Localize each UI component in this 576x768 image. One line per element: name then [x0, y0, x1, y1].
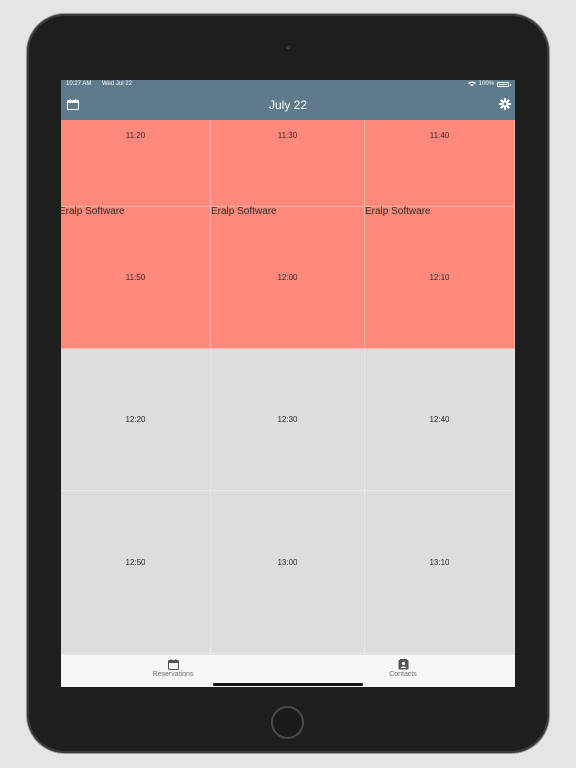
- gear-icon[interactable]: [499, 98, 511, 110]
- tab-label: Reservations: [152, 671, 194, 678]
- time-slot-cell[interactable]: 11:30: [211, 120, 365, 207]
- booking-label: Eralp Software: [211, 206, 277, 217]
- app-screen: 10:27 AM Wed Jul 22 100% July 22 11:20 1…: [61, 80, 515, 687]
- tab-label: Contacts: [389, 671, 417, 678]
- status-time: 10:27 AM: [66, 81, 92, 87]
- slot-time: 12:40: [429, 415, 450, 424]
- time-slot-cell[interactable]: 12:50: [61, 491, 211, 654]
- time-slot-cell[interactable]: 11:40: [365, 120, 515, 207]
- calendar-icon: [133, 659, 213, 670]
- time-slot-cell[interactable]: 13:10: [365, 491, 515, 654]
- slot-time: 11:30: [277, 131, 298, 140]
- battery-percent: 100%: [478, 81, 494, 87]
- booking-label: Eralp Software: [61, 206, 125, 217]
- time-slot-cell[interactable]: 12:40: [365, 349, 515, 491]
- tab-contacts[interactable]: Contacts: [363, 659, 443, 678]
- status-bar: 10:27 AM Wed Jul 22 100%: [61, 80, 515, 90]
- slot-time: 13:00: [277, 558, 298, 567]
- booking-label: Eralp Software: [365, 206, 431, 217]
- page-title: July 22: [268, 98, 308, 112]
- tab-reservations[interactable]: Reservations: [133, 659, 213, 678]
- reservation-grid: 11:20 11:30 11:40 11:50 12:00 12:10 Eral…: [61, 120, 515, 654]
- battery-icon: [497, 81, 511, 87]
- home-button[interactable]: [271, 706, 304, 739]
- front-camera: [285, 44, 292, 51]
- home-indicator: [213, 683, 363, 686]
- slot-time: 12:00: [277, 273, 298, 282]
- slot-time: 12:20: [125, 415, 146, 424]
- time-slot-cell[interactable]: 12:30: [211, 349, 365, 491]
- slot-time: 11:20: [125, 131, 146, 140]
- time-slot-cell[interactable]: 12:10: [365, 207, 515, 349]
- ipad-device-frame: 10:27 AM Wed Jul 22 100% July 22 11:20 1…: [27, 14, 549, 753]
- navigation-bar: July 22: [61, 90, 515, 120]
- slot-time: 13:10: [429, 558, 450, 567]
- time-slot-cell[interactable]: 13:00: [211, 491, 365, 654]
- time-slot-cell[interactable]: 11:20: [61, 120, 211, 207]
- time-slot-cell[interactable]: 12:00: [211, 207, 365, 349]
- slot-time: 12:50: [125, 558, 146, 567]
- contacts-icon: [363, 659, 443, 670]
- time-slot-cell[interactable]: 11:50: [61, 207, 211, 349]
- wifi-icon: [467, 81, 476, 87]
- slot-time: 12:10: [429, 273, 450, 282]
- time-slot-cell[interactable]: 12:20: [61, 349, 211, 491]
- slot-time: 11:50: [125, 273, 146, 282]
- status-right-group: 100%: [467, 81, 511, 87]
- status-date: Wed Jul 22: [102, 81, 132, 87]
- tab-bar: Reservations Contacts: [61, 654, 515, 687]
- slot-time: 11:40: [429, 131, 450, 140]
- slot-time: 12:30: [277, 415, 298, 424]
